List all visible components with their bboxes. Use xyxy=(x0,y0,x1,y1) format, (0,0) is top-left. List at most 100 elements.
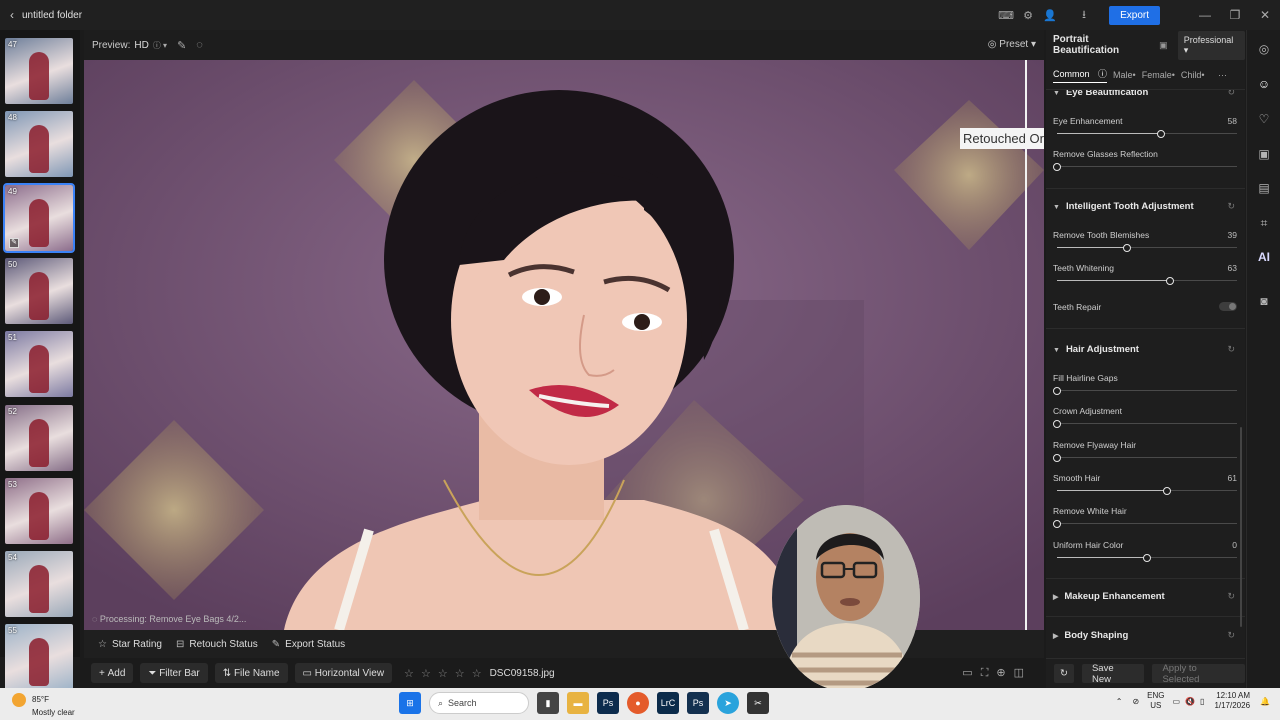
keyboard-icon[interactable]: ⌨ xyxy=(995,4,1017,26)
filmstrip-thumbnail[interactable]: 54 xyxy=(5,551,73,618)
task-view-icon[interactable]: ▮ xyxy=(537,692,559,714)
slider-knob[interactable] xyxy=(1053,162,1061,171)
remove-glasses-slider[interactable] xyxy=(1053,162,1237,171)
preview-quality-select[interactable]: HD xyxy=(134,40,148,51)
slider-knob[interactable] xyxy=(1157,129,1166,138)
minimize-button[interactable]: — xyxy=(1190,8,1220,22)
panel-scrollbar[interactable] xyxy=(1240,427,1242,627)
file-name-button[interactable]: ⇅ File Name xyxy=(214,663,288,683)
more-icon[interactable]: ··· xyxy=(1218,70,1227,80)
reset-icon[interactable]: ↻ xyxy=(1227,90,1235,98)
section-body[interactable]: ▶ Body Shaping ↻ xyxy=(1053,630,1239,641)
remove-tooth-slider[interactable] xyxy=(1057,243,1237,252)
brush-icon[interactable]: ✎ xyxy=(177,39,186,52)
mute-icon[interactable]: 🔇 xyxy=(1185,697,1195,706)
reset-icon[interactable]: ↻ xyxy=(1227,201,1235,212)
filmstrip-thumbnail[interactable]: 51 xyxy=(5,331,73,398)
monitor-icon[interactable]: ▭ xyxy=(1173,697,1181,706)
user-icon[interactable]: 👤 xyxy=(1039,4,1061,26)
teeth-whitening-slider[interactable] xyxy=(1057,276,1237,285)
weather-widget[interactable]: 85°F Mostly clear xyxy=(12,693,75,718)
slider-knob[interactable] xyxy=(1162,486,1171,495)
network-off-icon[interactable]: ⊘ xyxy=(1132,697,1139,706)
info-icon[interactable]: ▣ xyxy=(1159,40,1168,51)
horizontal-view-button[interactable]: ▭ Horizontal View xyxy=(294,663,393,683)
image-icon[interactable]: ▣ xyxy=(1247,147,1280,161)
export-button[interactable]: Export xyxy=(1109,5,1160,25)
filmstrip-thumbnail[interactable]: 55 xyxy=(5,624,73,691)
tab-child[interactable]: Child• xyxy=(1181,70,1205,80)
text-icon[interactable]: ▤ xyxy=(1247,181,1280,195)
add-button[interactable]: + Add xyxy=(91,663,134,683)
star-rating-button[interactable]: ☆ Star Rating xyxy=(98,639,162,650)
section-eye[interactable]: ▼ Eye Beautification ↻ xyxy=(1053,90,1239,98)
view-mode-icons[interactable]: ▭⛶⊕◫ xyxy=(962,666,1032,680)
language-indicator[interactable]: ENG US xyxy=(1147,691,1164,711)
uniform-color-slider[interactable] xyxy=(1057,553,1237,562)
photoshop-icon[interactable]: Ps xyxy=(597,692,619,714)
reset-icon[interactable]: ↻ xyxy=(1227,630,1235,641)
filmstrip-thumbnail[interactable]: 49 ✎ xyxy=(3,182,75,253)
white-hair-slider[interactable] xyxy=(1053,519,1237,528)
filmstrip-thumbnail[interactable]: 53 xyxy=(5,477,73,544)
filter-bar-button[interactable]: ⏷ Filter Bar xyxy=(140,663,208,683)
clock[interactable]: 12:10 AM 1/17/2026 xyxy=(1214,691,1250,711)
portrait-icon[interactable]: ☺ xyxy=(1247,77,1280,91)
slider-knob[interactable] xyxy=(1166,276,1175,285)
notification-icon[interactable]: 🔔 xyxy=(1260,697,1270,706)
teeth-repair-toggle[interactable] xyxy=(1219,302,1237,311)
mode-select[interactable]: Professional ▾ xyxy=(1177,30,1245,60)
crown-slider[interactable] xyxy=(1053,419,1237,428)
filmstrip-thumbnail[interactable]: 47 xyxy=(5,38,73,104)
filmstrip-thumbnail[interactable]: 50 xyxy=(5,257,73,324)
retouch-status-button[interactable]: ⊟ Retouch Status xyxy=(176,639,258,650)
section-tooth[interactable]: ▼ Intelligent Tooth Adjustment ↻ xyxy=(1053,201,1239,212)
flyaway-slider[interactable] xyxy=(1053,453,1237,462)
filmstrip-thumbnail[interactable]: 48 xyxy=(5,111,73,178)
start-icon[interactable]: ⊞ xyxy=(399,692,421,714)
camera-icon[interactable]: ◙ xyxy=(1247,294,1280,308)
slider-knob[interactable] xyxy=(1053,386,1061,395)
slider-knob[interactable] xyxy=(1143,553,1151,562)
slider-knob[interactable] xyxy=(1053,519,1061,528)
firefox-icon[interactable]: ● xyxy=(627,692,649,714)
apply-selected-button[interactable]: Apply to Selected xyxy=(1152,663,1245,685)
settings-icon[interactable]: ⚙ xyxy=(1017,4,1039,26)
star-rating-stars[interactable]: ☆ ☆ ☆ ☆ ☆ xyxy=(404,667,484,680)
lasso-icon[interactable]: ◌ xyxy=(196,39,203,51)
ai-icon[interactable]: AI xyxy=(1247,250,1280,264)
tab-male[interactable]: Male• xyxy=(1113,70,1136,80)
lightroom-icon[interactable]: LrC xyxy=(657,692,679,714)
section-hair[interactable]: ▼ Hair Adjustment ↻ xyxy=(1053,344,1239,355)
maximize-button[interactable]: ❐ xyxy=(1220,8,1250,22)
info-icon[interactable]: ⓘ ▾ xyxy=(153,40,167,51)
photoshop-icon-2[interactable]: Ps xyxy=(687,692,709,714)
smooth-hair-slider[interactable] xyxy=(1057,486,1237,495)
reset-icon[interactable]: ↻ xyxy=(1227,591,1235,602)
export-status-button[interactable]: ✎ Export Status xyxy=(272,639,345,650)
tab-common[interactable]: Common ⓘ xyxy=(1053,67,1108,83)
section-makeup[interactable]: ▶ Makeup Enhancement ↻ xyxy=(1053,591,1239,602)
fill-hairline-slider[interactable] xyxy=(1053,386,1237,395)
taskbar-search[interactable]: ⌕ Search xyxy=(429,692,529,714)
battery-icon[interactable]: ▯ xyxy=(1200,697,1204,706)
filmstrip-thumbnail[interactable]: 52 xyxy=(5,404,73,471)
shirt-icon[interactable]: ♡ xyxy=(1247,112,1280,126)
tab-female[interactable]: Female• xyxy=(1142,70,1175,80)
back-chevron-icon[interactable]: ‹ xyxy=(10,8,14,22)
preset-button[interactable]: ◎ Preset ▾ xyxy=(988,39,1036,50)
file-explorer-icon[interactable]: ▬ xyxy=(567,692,589,714)
download-icon[interactable]: ⭳ xyxy=(1073,4,1095,26)
tray-chevron-icon[interactable]: ⌃ xyxy=(1116,697,1123,706)
telegram-icon[interactable]: ➤ xyxy=(717,692,739,714)
reset-icon[interactable]: ↻ xyxy=(1227,344,1235,355)
eye-enhancement-slider[interactable] xyxy=(1057,129,1237,138)
capcut-icon[interactable]: ✂ xyxy=(747,692,769,714)
close-button[interactable]: ✕ xyxy=(1250,8,1280,22)
slider-knob[interactable] xyxy=(1053,453,1061,462)
save-new-button[interactable]: Save New xyxy=(1081,663,1145,685)
slider-knob[interactable] xyxy=(1053,419,1061,428)
crop-icon[interactable]: ⌗ xyxy=(1247,216,1280,231)
refresh-icon[interactable]: ↻ xyxy=(1054,664,1074,683)
slider-knob[interactable] xyxy=(1123,243,1132,252)
